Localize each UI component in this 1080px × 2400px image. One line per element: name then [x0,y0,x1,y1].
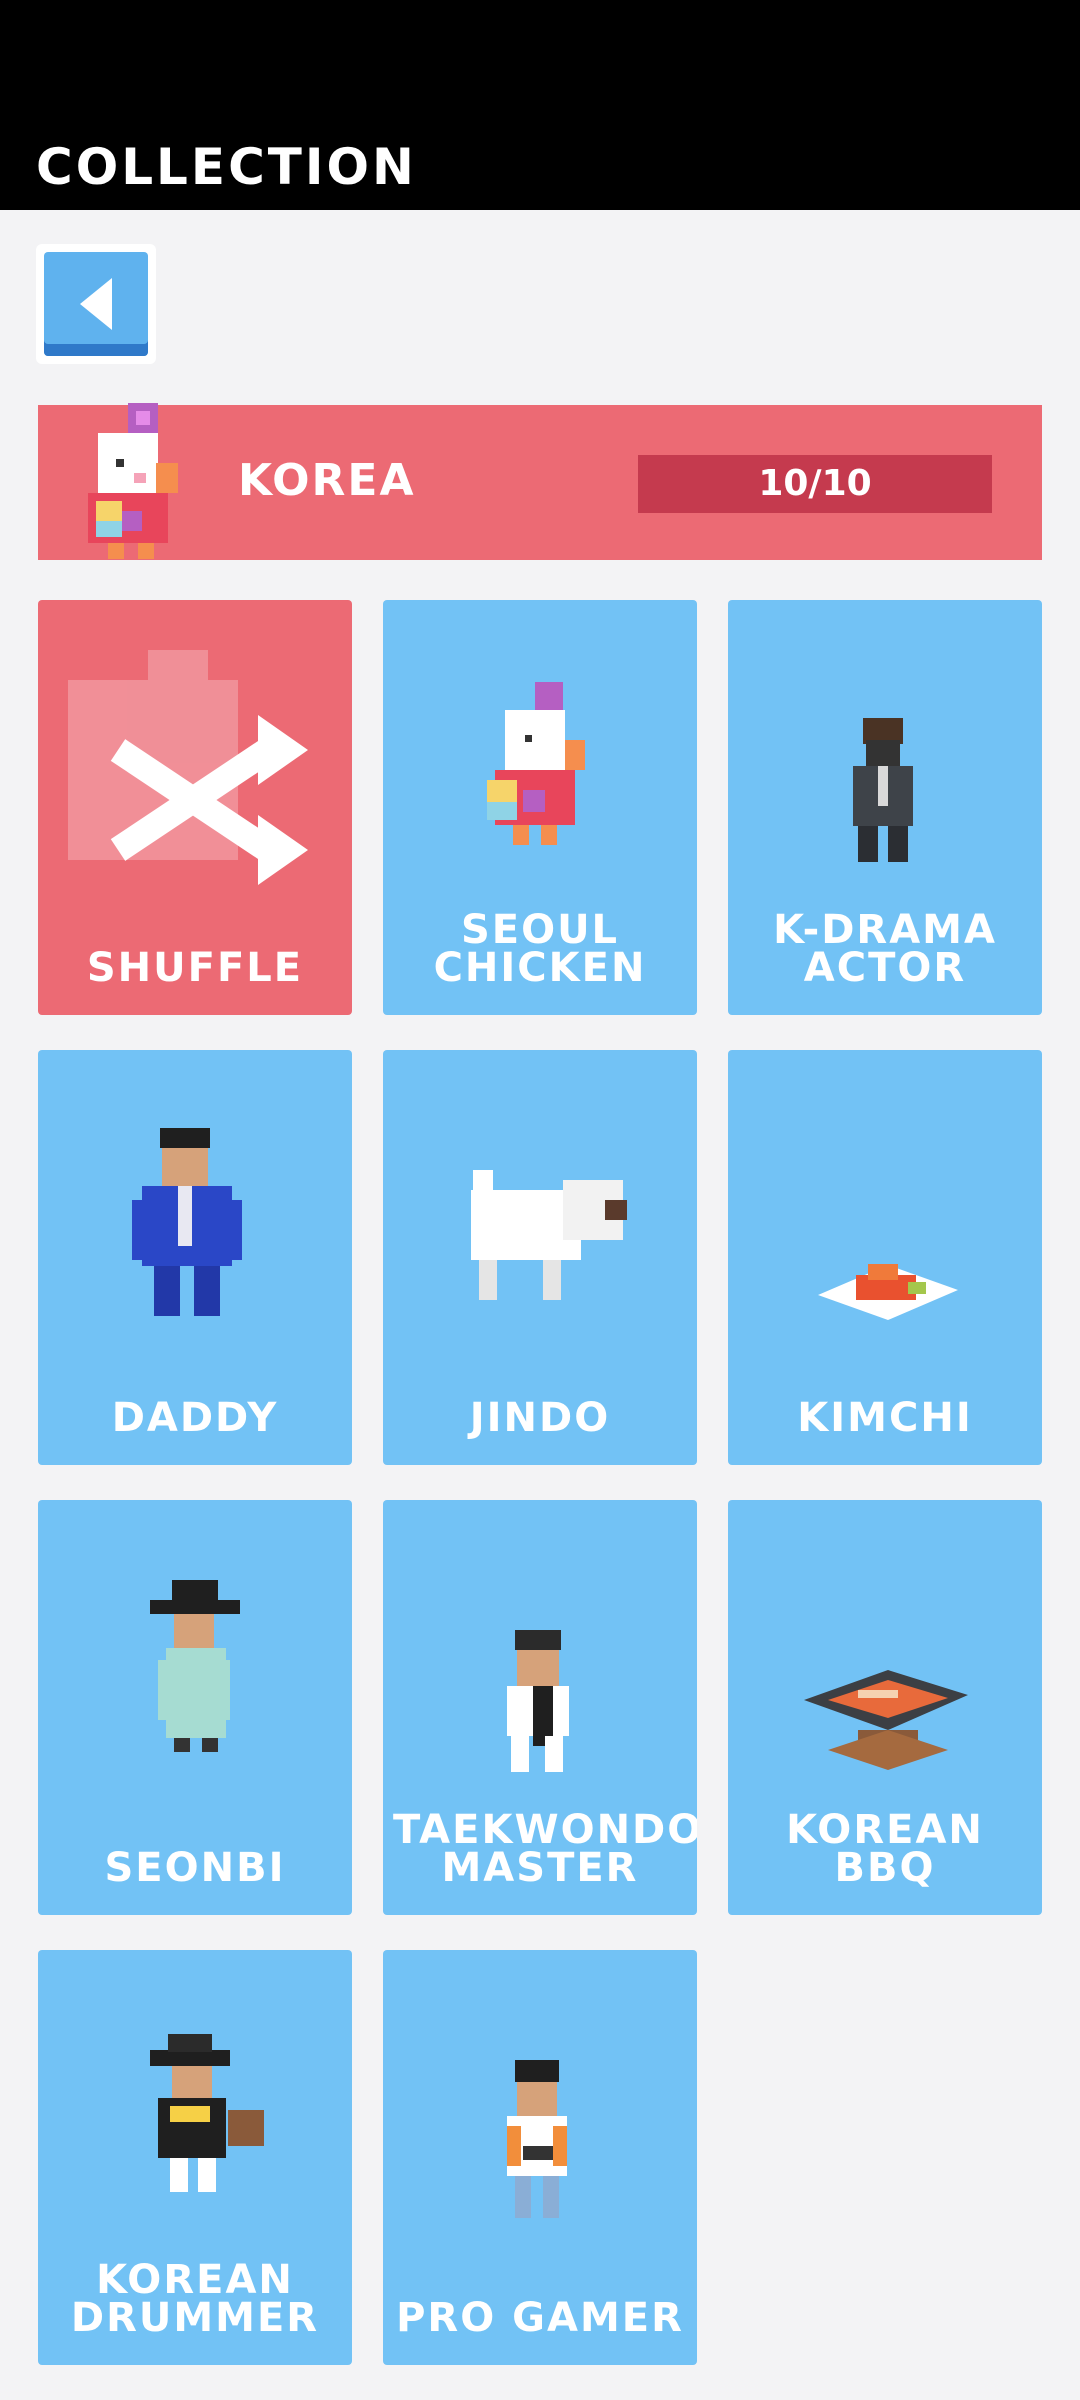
top-bar: COLLECTION [0,0,1080,210]
card-pro-gamer[interactable]: PRO GAMER [383,1950,697,2365]
collection-header: KOREA 10/10 [38,403,1042,560]
collection-name: KOREA [238,455,416,506]
card-kimchi[interactable]: KIMCHI [728,1050,1042,1465]
card-label: TAEKWONDO MASTER [393,1807,697,1891]
korean-bbq-icon [804,1670,968,1770]
character-grid: SHUFFLE SEOUL CHICKEN K-DRAMA ACTOR DADD… [38,600,1042,2365]
card-label: KIMCHI [797,1395,973,1441]
card-korean-drummer[interactable]: KOREAN DRUMMER [38,1950,352,2365]
seoul-chicken-icon [487,682,585,845]
shuffle-icon [68,650,308,885]
card-label: SEOUL CHICKEN [433,907,647,991]
pro-gamer-icon [507,2060,567,2218]
seonbi-icon [150,1580,240,1752]
card-k-drama-actor[interactable]: K-DRAMA ACTOR [728,600,1042,1015]
progress-value: 10/10 [758,463,872,504]
korean-drummer-icon [150,2034,264,2192]
seoul-chicken-avatar-icon [88,403,178,559]
card-label: KOREAN DRUMMER [70,2257,320,2341]
daddy-icon [132,1128,242,1316]
card-label: DADDY [111,1395,279,1441]
card-taekwondo-master[interactable]: TAEKWONDO MASTER [383,1500,697,1915]
card-seonbi[interactable]: SEONBI [38,1500,352,1915]
back-button[interactable] [36,244,156,364]
page-title: COLLECTION [36,138,417,196]
card-label: JINDO [469,1395,611,1441]
card-label: KOREAN BBQ [786,1807,984,1891]
card-shuffle[interactable]: SHUFFLE [38,600,352,1015]
card-label: PRO GAMER [396,2295,684,2341]
card-label: K-DRAMA ACTOR [773,907,997,991]
back-arrow-icon [80,278,112,330]
card-korean-bbq[interactable]: KOREAN BBQ [728,1500,1042,1915]
card-jindo[interactable]: JINDO [383,1050,697,1465]
card-label: SHUFFLE [86,945,304,991]
k-drama-actor-icon [853,718,913,862]
card-seoul-chicken[interactable]: SEOUL CHICKEN [383,600,697,1015]
kimchi-icon [818,1264,958,1320]
card-daddy[interactable]: DADDY [38,1050,352,1465]
taekwondo-master-icon [507,1630,569,1772]
card-label: SEONBI [104,1845,286,1891]
collection-progress-bar: 10/10 [638,455,992,513]
jindo-icon [471,1170,627,1300]
